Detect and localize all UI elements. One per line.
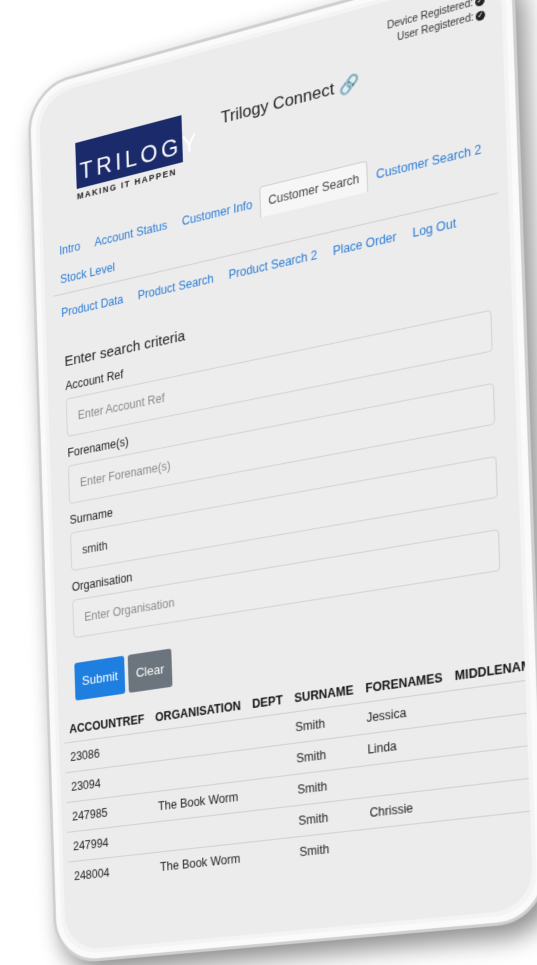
link-icon: 🔗 [339, 72, 361, 97]
trilogy-logo: TRILOGY MAKING IT HAPPEN [75, 115, 184, 214]
check-circle-icon: ✓ [476, 10, 486, 22]
app-screen: Device Registered: ✓ User Registered: ✓ TR… [39, 0, 534, 951]
app-title: Trilogy Connect 🔗 [221, 72, 361, 128]
submit-button[interactable]: Submit [74, 656, 125, 701]
table-cell [251, 837, 294, 872]
phone-frame: Device Registered: ✓ User Registered: ✓ TR… [27, 0, 537, 965]
registration-status: Device Registered: ✓ User Registered: ✓ [387, 0, 485, 48]
table-cell [250, 806, 293, 842]
table-cell: Smith [293, 829, 365, 868]
check-circle-icon: ✓ [475, 0, 485, 7]
table-cell [249, 775, 292, 811]
clear-button[interactable]: Clear [128, 649, 172, 693]
app-title-text: Trilogy Connect [221, 79, 335, 128]
